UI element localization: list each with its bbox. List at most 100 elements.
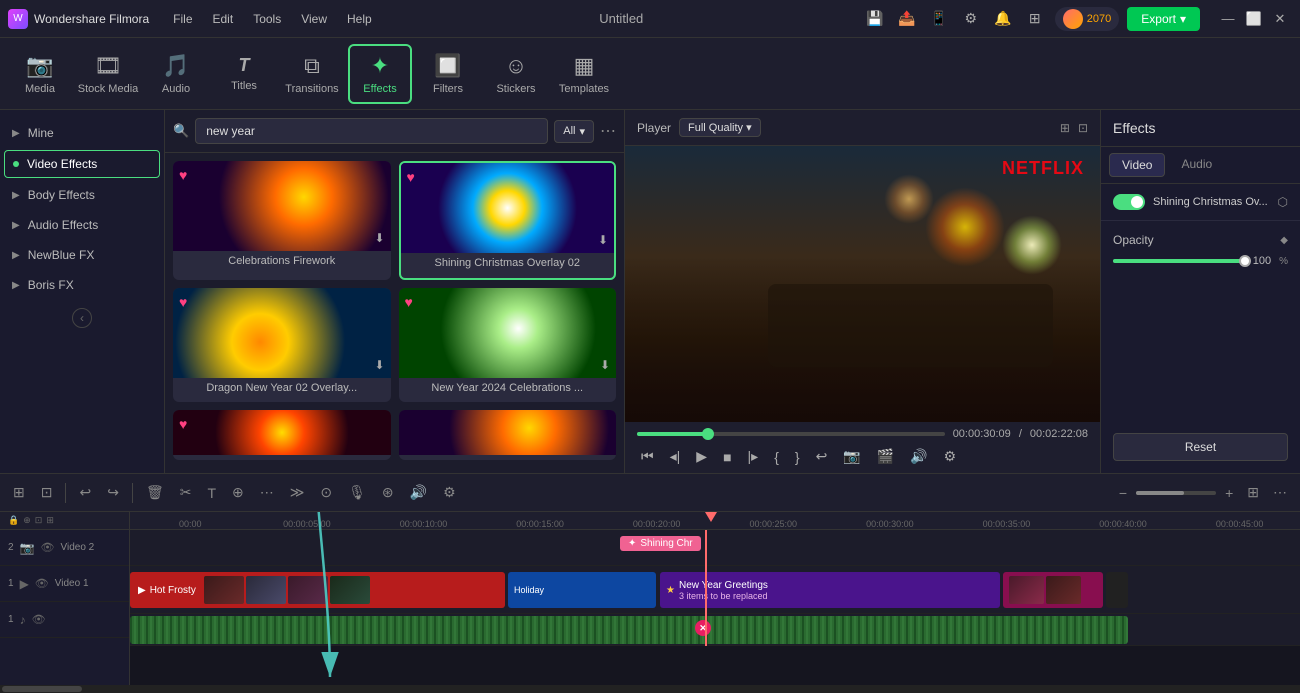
mark-out-button[interactable]: } (791, 447, 804, 467)
opacity-slider[interactable] (1113, 259, 1245, 263)
mark-in-button[interactable]: { (770, 447, 783, 467)
minimize-button[interactable]: — (1216, 7, 1240, 31)
clip-new-year-greetings[interactable]: ★ New Year Greetings 3 items to be repla… (660, 572, 1000, 608)
clip-new-year-ext[interactable] (1003, 572, 1103, 608)
more-tl-button[interactable]: ⋯ (255, 481, 279, 504)
add-button[interactable]: ⊕ (227, 481, 249, 504)
split-audio-button[interactable]: 🔊 (405, 481, 432, 504)
voice-button[interactable]: 🎙 (343, 481, 371, 504)
menu-tools[interactable]: Tools (245, 8, 289, 30)
collapse-sidebar-button[interactable]: ‹ (72, 308, 92, 328)
speed-button[interactable]: ⊛ (377, 481, 399, 504)
track-split-icon[interactable]: ⊡ (35, 515, 43, 526)
tl-settings-button[interactable]: ⚙ (438, 481, 461, 504)
camera-icon[interactable]: 🎬 (873, 446, 898, 467)
tl-dots-button[interactable]: ⋯ (1268, 481, 1292, 504)
export-button[interactable]: Export ▾ (1127, 7, 1200, 31)
sidebar-item-boris-fx[interactable]: ▶ Boris FX (0, 270, 164, 300)
progress-track[interactable] (637, 432, 945, 436)
zoom-in-button[interactable]: + (1220, 482, 1238, 504)
toolbar-transitions[interactable]: ⧉ Transitions (280, 44, 344, 104)
reset-button[interactable]: Reset (1113, 433, 1288, 461)
loop-button[interactable]: ↩ (812, 446, 832, 467)
effect-card-celebrations-firework[interactable]: ♥ ⬇ Celebrations Firework (173, 161, 391, 280)
more-options-button[interactable]: ⋯ (600, 121, 616, 141)
record-button[interactable]: ⊙ (315, 481, 337, 504)
tl-grid2-button[interactable]: ⊞ (1242, 481, 1264, 504)
undo-button[interactable]: ↩ (74, 481, 96, 504)
snapshot-button[interactable]: 📷 (839, 446, 864, 467)
frame-back-button[interactable]: ◂| (666, 446, 685, 467)
toolbar-media[interactable]: 📷 Media (8, 44, 72, 104)
save-icon[interactable]: 💾 (863, 7, 887, 31)
menu-file[interactable]: File (165, 8, 200, 30)
effect-chip[interactable]: ✦ Shining Chr (620, 536, 701, 551)
quality-select[interactable]: Full Quality ▾ (679, 118, 761, 137)
sidebar-item-video-effects[interactable]: Video Effects (4, 150, 160, 178)
settings-icon[interactable]: ⚙ (959, 7, 983, 31)
effect-card-new-year-2024[interactable]: ♥ ⬇ New Year 2024 Celebrations ... (399, 288, 617, 403)
skip-back-button[interactable]: ⏮ (637, 446, 658, 467)
track-eye-icon[interactable]: 👁 (41, 541, 55, 554)
close-button[interactable]: ✕ (1268, 7, 1292, 31)
active-dot (13, 161, 19, 167)
sidebar-item-mine[interactable]: ▶ Mine (0, 118, 164, 148)
toolbar-filters[interactable]: 🔲 Filters (416, 44, 480, 104)
menu-edit[interactable]: Edit (205, 8, 242, 30)
clip-hot-frosty[interactable]: ▶ Hot Frosty (130, 572, 505, 608)
tab-audio[interactable]: Audio (1169, 153, 1224, 177)
stop-button[interactable]: ■ (719, 447, 735, 467)
toolbar-effects[interactable]: ✦ Effects (348, 44, 412, 104)
toolbar-templates[interactable]: ▦ Templates (552, 44, 616, 104)
toolbar-titles[interactable]: T Titles (212, 44, 276, 104)
redo-button[interactable]: ↪ (102, 481, 124, 504)
notification-icon[interactable]: 🔔 (991, 7, 1015, 31)
search-input[interactable] (195, 118, 548, 144)
toolbar-stickers[interactable]: ☺ Stickers (484, 44, 548, 104)
grid-icon[interactable]: ⊞ (1023, 7, 1047, 31)
effect-toggle[interactable] (1113, 194, 1145, 210)
clip-end-button[interactable] (1106, 572, 1128, 608)
cut-button[interactable]: ✂ (175, 481, 197, 504)
effect-card-partial1[interactable]: ♥ (173, 410, 391, 460)
toolbar-audio[interactable]: 🎵 Audio (144, 44, 208, 104)
track-merge-icon[interactable]: ⊕ (23, 515, 31, 526)
track-eye-icon[interactable]: 👁 (35, 577, 49, 590)
effect-settings-icon[interactable]: ⬡ (1278, 195, 1288, 209)
clip-holiday[interactable]: Holiday (508, 572, 656, 608)
effect-card-shining-christmas[interactable]: ♥ ⬇ Shining Christmas Overlay 02 (399, 161, 617, 280)
fullscreen-icon[interactable]: ⊡ (1078, 121, 1088, 135)
user-badge[interactable]: 2070 (1055, 7, 1119, 31)
zoom-out-button[interactable]: − (1114, 482, 1132, 504)
track-lock-icon[interactable]: 🔒 (8, 515, 19, 526)
search-filter-dropdown[interactable]: All ▾ (554, 120, 594, 143)
tl-magnet-button[interactable]: ⊡ (36, 481, 58, 504)
tab-video[interactable]: Video (1109, 153, 1165, 177)
sidebar-item-body-effects[interactable]: ▶ Body Effects (0, 180, 164, 210)
effect-card-partial2[interactable] (399, 410, 617, 460)
audio-button[interactable]: 🔊 (906, 446, 931, 467)
maximize-button[interactable]: ⬜ (1242, 7, 1266, 31)
tl-grid-button[interactable]: ⊞ (8, 481, 30, 504)
audio-eye-icon[interactable]: 👁 (32, 613, 46, 626)
effect-card-dragon-new-year[interactable]: ♥ ⬇ Dragon New Year 02 Overlay... (173, 288, 391, 403)
track-magnet-icon[interactable]: ⊞ (46, 515, 54, 526)
scrollbar-thumb[interactable] (2, 686, 82, 692)
sidebar-item-audio-effects[interactable]: ▶ Audio Effects (0, 210, 164, 240)
menu-view[interactable]: View (293, 8, 335, 30)
share-icon[interactable]: 📤 (895, 7, 919, 31)
grid-view-icon[interactable]: ⊞ (1060, 121, 1070, 135)
delete-button[interactable]: 🗑 (141, 481, 169, 504)
ruler-mark-15: 00:00:15:00 (482, 519, 599, 529)
frame-forward-button[interactable]: |▸ (744, 446, 763, 467)
sidebar-item-newblue-fx[interactable]: ▶ NewBlue FX (0, 240, 164, 270)
toolbar-stock-media[interactable]: 🎞 Stock Media (76, 44, 140, 104)
menu-help[interactable]: Help (339, 8, 380, 30)
horizontal-scrollbar[interactable] (0, 685, 1300, 693)
zoom-slider[interactable] (1136, 491, 1216, 495)
phone-icon[interactable]: 📱 (927, 7, 951, 31)
settings2-button[interactable]: ⚙ (940, 446, 961, 467)
play-button[interactable]: ▶ (692, 446, 711, 467)
forward-button[interactable]: ≫ (285, 481, 310, 504)
text-button[interactable]: T (202, 482, 221, 504)
